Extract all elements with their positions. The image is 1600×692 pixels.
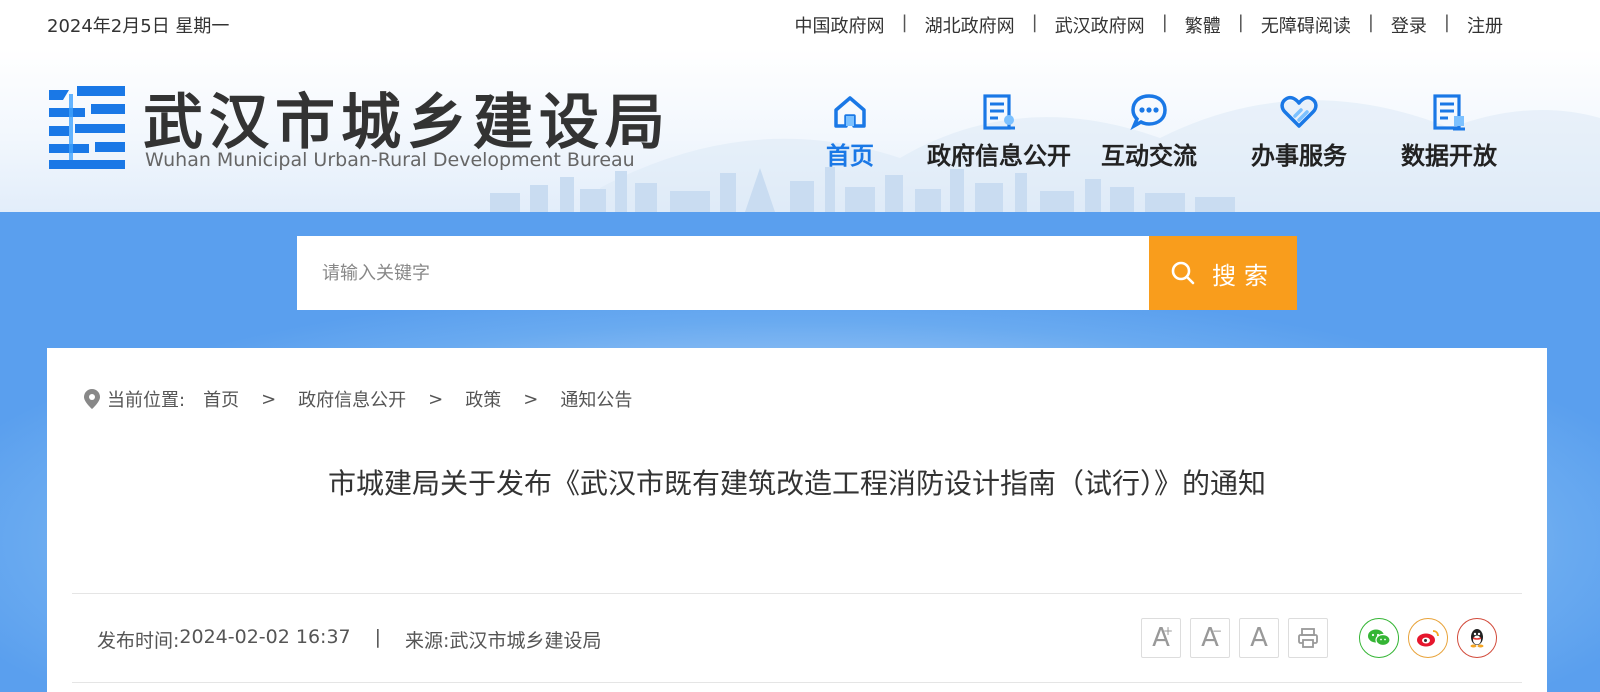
publish-label: 发布时间:: [97, 630, 180, 652]
qq-penguin-icon: [1470, 629, 1484, 648]
breadcrumb: 当前位置: 首页 > 政府信息公开 > 政策 > 通知公告: [83, 386, 632, 412]
nav-open-data[interactable]: 数据开放: [1374, 92, 1524, 171]
link-wuhan-gov[interactable]: 武汉政府网: [1055, 12, 1145, 38]
top-links: 中国政府网 | 湖北政府网 | 武汉政府网 | 繁體 | 无障碍阅读 | 登录 | 注册: [794, 12, 1503, 38]
search-button[interactable]: 搜索: [1149, 236, 1297, 310]
data-doc-icon: [1433, 94, 1465, 131]
bureau-name-en: Wuhan Municipal Urban-Rural Development …: [145, 149, 635, 171]
home-icon: [834, 96, 866, 128]
search-input[interactable]: [297, 236, 1149, 310]
divider: [72, 593, 1522, 594]
top-bar: 2024年2月5日 星期一 中国政府网 | 湖北政府网 | 武汉政府网 | 繁體 | 无…: [0, 0, 1600, 48]
nav-home-label: 首页: [826, 142, 874, 170]
nav-services-label: 办事服务: [1251, 142, 1347, 170]
share-weibo-button[interactable]: [1408, 618, 1448, 658]
nav-home[interactable]: 首页: [800, 92, 900, 171]
share-qq-button[interactable]: [1457, 618, 1497, 658]
font-larger-button[interactable]: A +: [1141, 618, 1181, 658]
bureau-logo-icon: [49, 86, 125, 169]
link-register[interactable]: 注册: [1467, 12, 1503, 38]
main-nav: 首页 政府信息公开 互动交流 办事服务 数据开放: [800, 92, 1524, 171]
location-pin-icon: [84, 389, 100, 409]
link-traditional[interactable]: 繁體: [1185, 12, 1221, 38]
link-accessibility[interactable]: 无障碍阅读: [1261, 12, 1351, 38]
share-wechat-button[interactable]: [1359, 618, 1399, 658]
link-login[interactable]: 登录: [1391, 12, 1427, 38]
nav-services[interactable]: 办事服务: [1224, 92, 1374, 171]
article-card: 当前位置: 首页 > 政府信息公开 > 政策 > 通知公告 市城建局关于发布《武…: [47, 348, 1547, 692]
current-date: 2024年2月5日 星期一: [47, 16, 230, 37]
search-icon: [1171, 261, 1195, 285]
nav-open-data-label: 数据开放: [1401, 142, 1497, 170]
font-smaller-button[interactable]: A −: [1190, 618, 1230, 658]
print-button[interactable]: [1288, 618, 1328, 658]
breadcrumb-home[interactable]: 首页: [203, 386, 239, 412]
site-header: 武汉市城乡建设局 Wuhan Municipal Urban-Rural Dev…: [0, 48, 1600, 212]
breadcrumb-label: 当前位置:: [107, 390, 186, 411]
source-value: 武汉市城乡建设局: [449, 630, 602, 652]
weibo-icon: [1417, 630, 1439, 647]
chat-icon: [1130, 94, 1167, 131]
document-icon: [983, 94, 1015, 130]
article-tools: A + A − A: [1141, 618, 1497, 658]
article-title: 市城建局关于发布《武汉市既有建筑改造工程消防设计指南（试行）》的通知: [327, 467, 1266, 500]
breadcrumb-gov-info[interactable]: 政府信息公开: [298, 386, 406, 412]
font-default-button[interactable]: A: [1239, 618, 1279, 658]
link-hubei-gov[interactable]: 湖北政府网: [925, 12, 1015, 38]
nav-interaction[interactable]: 互动交流: [1074, 92, 1224, 171]
publish-time: 2024-02-02 16:37: [179, 626, 351, 648]
source-label: 来源:: [405, 630, 450, 652]
nav-interaction-label: 互动交流: [1101, 142, 1197, 170]
breadcrumb-policy[interactable]: 政策: [465, 386, 501, 412]
printer-icon: [1298, 628, 1318, 648]
bureau-name-cn: 武汉市城乡建设局: [143, 88, 671, 158]
wechat-icon: [1368, 629, 1391, 647]
heart-hand-icon: [1280, 95, 1318, 128]
nav-gov-info[interactable]: 政府信息公开: [924, 92, 1074, 171]
link-china-gov[interactable]: 中国政府网: [795, 12, 885, 38]
article-meta: 发布时间: 2024-02-02 16:37 | 来源: 武汉市城乡建设局: [97, 626, 602, 652]
nav-gov-info-label: 政府信息公开: [927, 142, 1071, 170]
search-button-label: 搜索: [1212, 262, 1276, 290]
breadcrumb-notice[interactable]: 通知公告: [560, 386, 632, 412]
divider: [72, 682, 1522, 683]
